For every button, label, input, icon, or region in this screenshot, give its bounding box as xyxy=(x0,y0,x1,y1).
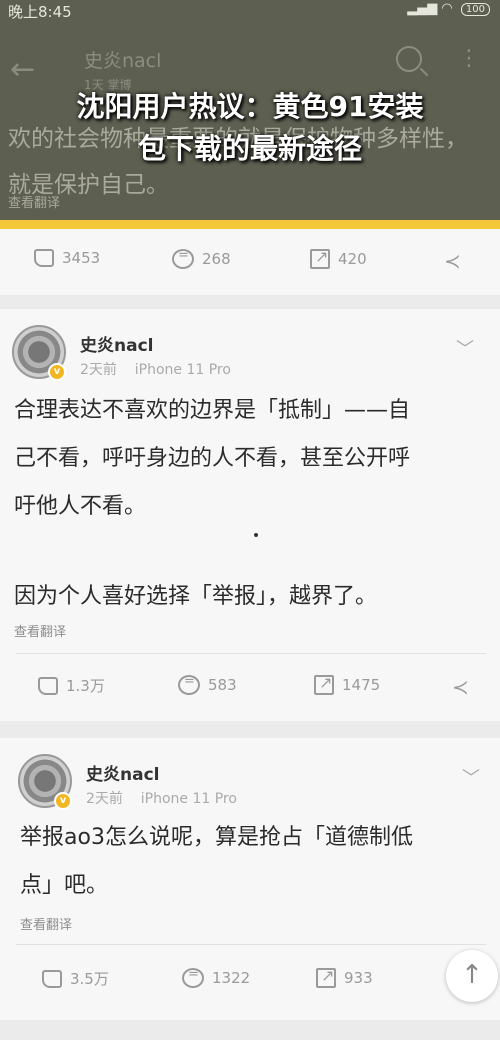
headline-overlay: 沈阳用户热议：黄色91安装 包下载的最新途径 xyxy=(0,86,500,170)
headline-line-2: 包下载的最新途径 xyxy=(137,132,362,165)
share-icon xyxy=(316,966,336,988)
share-count: 1475 xyxy=(342,676,381,694)
accent-rule xyxy=(0,220,500,229)
post-line: 合理表达不喜欢的边界是「抵制」——自 xyxy=(14,398,411,423)
headline-line-1: 沈阳用户热议：黄色91安装 xyxy=(76,90,424,123)
like-button[interactable]: 1.3万 xyxy=(38,675,105,696)
post-card: v 史炎nacl 2天前 iPhone 11 Pro ﹀ 举报ao3怎么说呢，算… xyxy=(0,738,500,1020)
post-line: 举报ao3怎么说呢，算是抢占「道德制低 xyxy=(20,825,413,850)
signal-icon: ▂▄▆ xyxy=(407,1,438,16)
more-share-button[interactable]: ≺ xyxy=(452,675,469,699)
wifi-icon: ◠ xyxy=(441,1,453,16)
share-count: 933 xyxy=(344,969,373,987)
comment-button[interactable]: 583 xyxy=(178,674,237,695)
post-time: 2天前 xyxy=(86,791,123,807)
share-button[interactable]: 420 xyxy=(310,247,367,269)
post-action-bar: 3.5万 1322 933 xyxy=(0,950,500,1020)
post-body: 举报ao3怎么说呢，算是抢占「道德制低 点」吧。 xyxy=(20,814,490,910)
thumbs-up-icon xyxy=(34,249,54,267)
comment-count: 1322 xyxy=(212,969,251,987)
like-count: 1.3万 xyxy=(66,677,105,695)
share-icon xyxy=(314,673,334,695)
status-bar: 晚上8:45 ▂▄▆ ◠ 100 xyxy=(0,0,500,22)
comment-button[interactable]: 1322 xyxy=(182,967,251,988)
search-icon[interactable] xyxy=(396,46,422,72)
post-line: 点」吧。 xyxy=(20,873,109,898)
divider xyxy=(16,944,486,945)
nav-title: 史炎nacl xyxy=(84,50,162,72)
post-body-2: 因为个人喜好选择「举报」，越界了。 xyxy=(14,573,490,621)
status-time: 晚上8:45 xyxy=(8,3,72,21)
thumbs-up-icon xyxy=(42,969,62,988)
comment-icon xyxy=(172,248,194,269)
post-line: 因为个人喜好选择「举报」，越界了。 xyxy=(14,584,378,609)
scroll-to-top-button[interactable]: ↑ xyxy=(446,950,498,1002)
battery-icon: 100 xyxy=(460,3,490,16)
back-arrow-icon[interactable]: ← xyxy=(10,52,35,87)
status-icons: ▂▄▆ ◠ 100 xyxy=(407,1,490,16)
screenshot: 晚上8:45 ▂▄▆ ◠ 100 ← 史炎nacl 1天 掌博 ⋮ 欢的社会物种… xyxy=(0,0,500,1040)
post-device: iPhone 11 Pro xyxy=(134,362,231,378)
separator-dot xyxy=(254,533,258,537)
share-button[interactable]: 933 xyxy=(316,966,373,988)
more-share-button[interactable]: ≺ xyxy=(444,249,461,273)
share-icon xyxy=(310,247,330,269)
share-button[interactable]: 1475 xyxy=(314,673,381,695)
translate-link[interactable]: 查看翻译 xyxy=(20,914,72,933)
post-meta: 2天前 iPhone 11 Pro xyxy=(80,359,231,379)
dimmed-header: 晚上8:45 ▂▄▆ ◠ 100 ← 史炎nacl 1天 掌博 ⋮ 欢的社会物种… xyxy=(0,0,500,220)
post-meta: 2天前 iPhone 11 Pro xyxy=(86,788,237,808)
comment-icon xyxy=(182,967,204,988)
more-icon[interactable]: ⋮ xyxy=(458,46,480,71)
like-button[interactable]: 3453 xyxy=(34,249,100,267)
top-action-bar: 3453 268 420 ≺ xyxy=(0,229,500,299)
post-card: v 史炎nacl 2天前 iPhone 11 Pro ﹀ 合理表达不喜欢的边界是… xyxy=(0,309,500,721)
post-line: 吁他人不看。 xyxy=(14,494,147,519)
background-translate-link[interactable]: 查看翻译 xyxy=(8,192,60,211)
share-count: 420 xyxy=(338,250,367,268)
post-username[interactable]: 史炎nacl xyxy=(80,331,153,356)
top-action-card: 3453 268 420 ≺ xyxy=(0,229,500,295)
verified-badge-icon: v xyxy=(48,363,66,381)
share-nodes-icon: ≺ xyxy=(452,675,469,699)
post-action-bar: 1.3万 583 1475 ≺ xyxy=(0,659,500,729)
translate-link[interactable]: 查看翻译 xyxy=(14,621,66,640)
divider xyxy=(16,653,486,654)
comment-count: 583 xyxy=(208,676,237,694)
thumbs-up-icon xyxy=(38,676,58,695)
like-count: 3.5万 xyxy=(70,970,109,988)
post-time: 2天前 xyxy=(80,362,117,378)
comment-button[interactable]: 268 xyxy=(172,248,231,269)
verified-badge-icon: v xyxy=(54,792,72,810)
chevron-down-icon[interactable]: ﹀ xyxy=(456,335,474,361)
like-button[interactable]: 3.5万 xyxy=(42,968,109,989)
chevron-down-icon[interactable]: ﹀ xyxy=(462,764,480,790)
comment-count: 268 xyxy=(202,250,231,268)
share-nodes-icon: ≺ xyxy=(444,249,461,273)
post-body: 合理表达不喜欢的边界是「抵制」——自 己不看，呼吁身边的人不看，甚至公开呼 吁他… xyxy=(14,387,490,531)
post-username[interactable]: 史炎nacl xyxy=(86,760,159,785)
post-line: 己不看，呼吁身边的人不看，甚至公开呼 xyxy=(14,446,411,471)
post-device: iPhone 11 Pro xyxy=(140,791,237,807)
arrow-up-icon: ↑ xyxy=(461,960,483,990)
comment-icon xyxy=(178,674,200,695)
like-count: 3453 xyxy=(62,249,101,267)
